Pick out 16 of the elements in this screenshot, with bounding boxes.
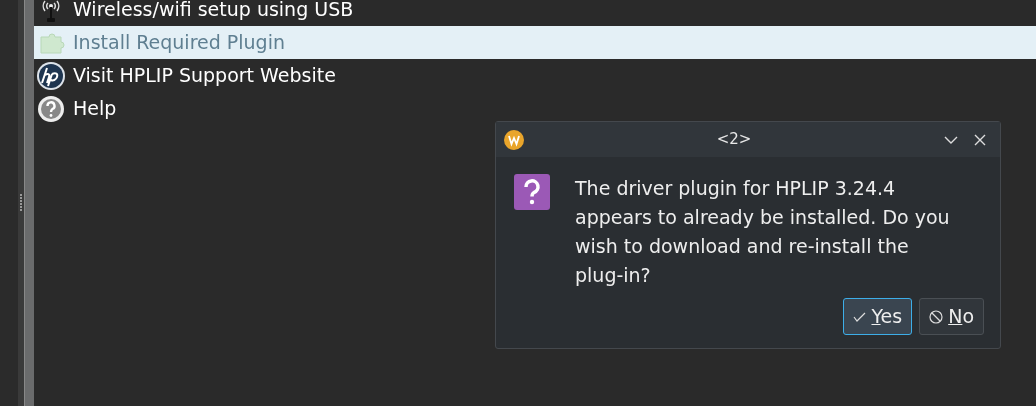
- question-icon: [514, 174, 550, 210]
- list-item[interactable]: Install Required Plugin: [34, 26, 1036, 59]
- cancel-icon: [929, 309, 944, 324]
- check-icon: [853, 311, 867, 322]
- dialog-message: The driver plugin for HPLIP 3.24.4 appears to already be installed. Do you wish to download and re-install the plug-in?: [575, 176, 951, 288]
- help-icon: [36, 93, 66, 124]
- hp-logo-icon: [36, 60, 66, 91]
- yes-button[interactable]: Yes: [843, 298, 913, 335]
- list-item[interactable]: Visit HPLIP Support Website: [34, 59, 1036, 92]
- close-icon[interactable]: [974, 133, 986, 146]
- splitter-handle[interactable]: [18, 0, 24, 406]
- dialog-title: <2>: [715, 129, 753, 151]
- list-item[interactable]: Wireless/wifi setup using USB: [34, 0, 1036, 26]
- app-logo-icon: [504, 129, 524, 150]
- list-item[interactable]: Help: [34, 92, 1036, 125]
- no-button[interactable]: No: [919, 298, 984, 335]
